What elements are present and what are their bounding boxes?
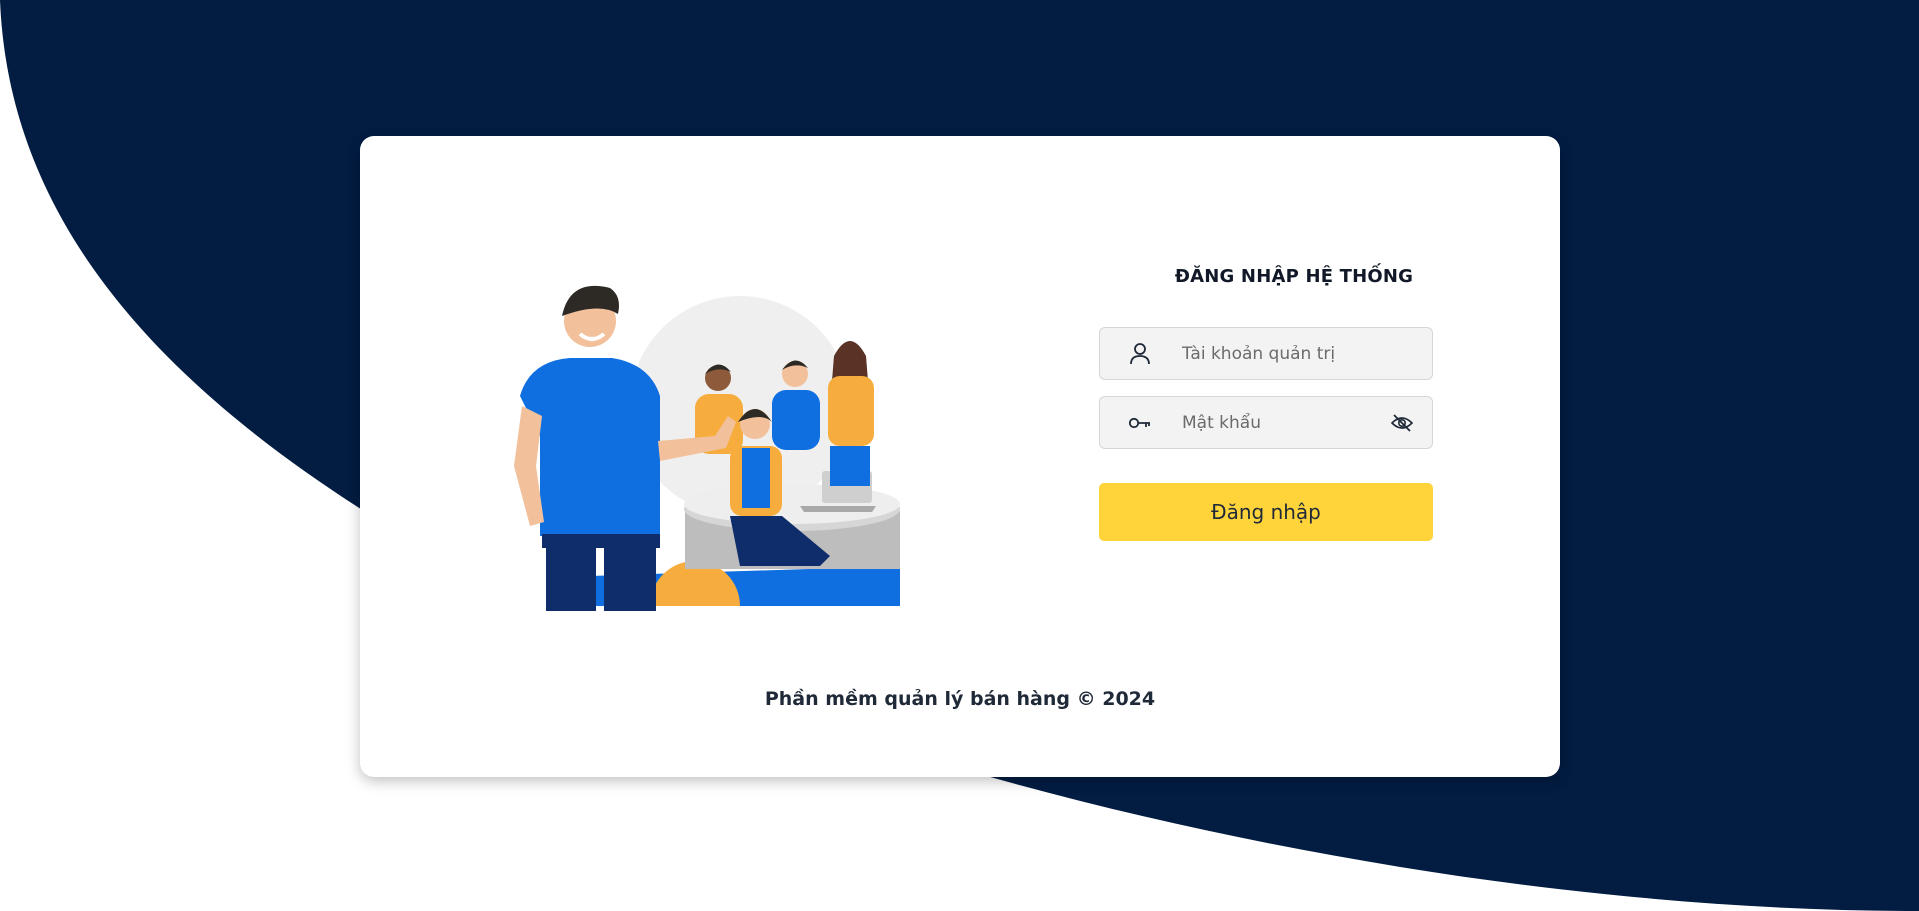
team-illustration (514, 285, 900, 611)
username-field[interactable] (1099, 327, 1433, 380)
password-field[interactable] (1099, 396, 1433, 449)
footer-copyright: Phần mềm quản lý bán hàng © 2024 (764, 688, 1156, 710)
key-icon (1125, 408, 1155, 438)
eye-off-icon[interactable] (1388, 409, 1416, 437)
username-input[interactable] (1180, 342, 1384, 365)
login-title: ĐĂNG NHẬP HỆ THỐNG (1174, 266, 1414, 287)
login-button[interactable]: Đăng nhập (1099, 483, 1433, 541)
password-input[interactable] (1180, 411, 1384, 434)
user-icon (1125, 339, 1155, 369)
login-card: ĐĂNG NHẬP HỆ THỐNG Đăng nhập Phần m (360, 136, 1560, 777)
